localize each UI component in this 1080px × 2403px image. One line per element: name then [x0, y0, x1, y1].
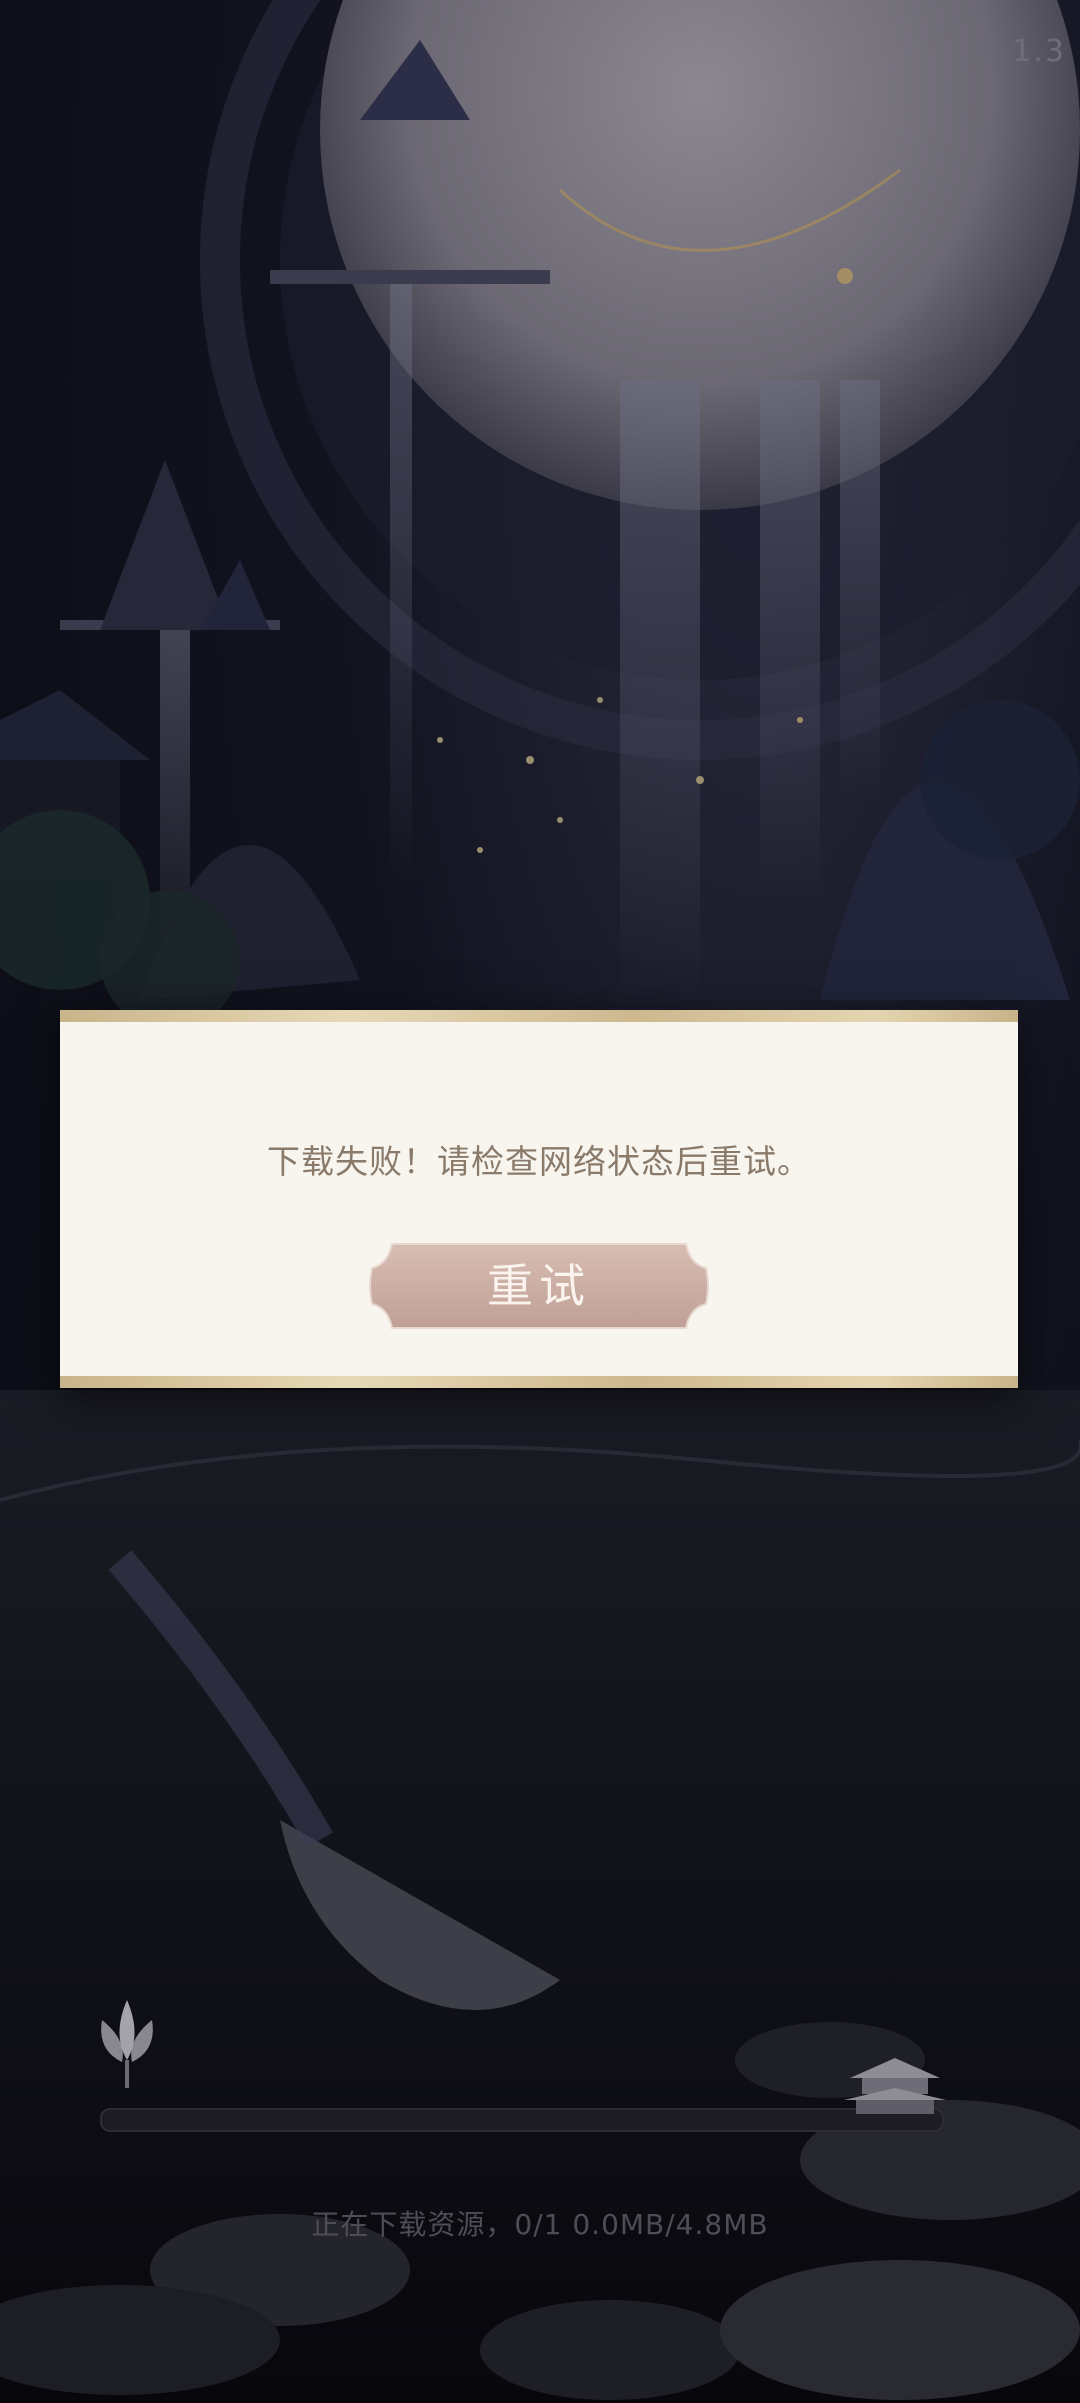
retry-button-label: 重试 — [487, 1259, 591, 1313]
dialog-bottom-border — [60, 1376, 1018, 1388]
pagoda-icon — [844, 2058, 946, 2114]
lotus-icon — [101, 2000, 153, 2088]
download-progress-bar — [100, 2108, 944, 2132]
loading-screen: 1.3 下载失败！请检查网络状态后重试。 重试 正在下载资源，0/1 0.0MB… — [0, 0, 1080, 2403]
download-status-text: 正在下载资源，0/1 0.0MB/4.8MB — [311, 2208, 769, 2241]
download-failed-dialog: 下载失败！请检查网络状态后重试。 重试 — [60, 1010, 1018, 1388]
dialog-top-border — [60, 1010, 1018, 1022]
corner-label: 1.3 — [1012, 34, 1066, 69]
dialog-message: 下载失败！请检查网络状态后重试。 — [267, 1142, 811, 1181]
retry-button[interactable]: 重试 — [368, 1240, 710, 1332]
